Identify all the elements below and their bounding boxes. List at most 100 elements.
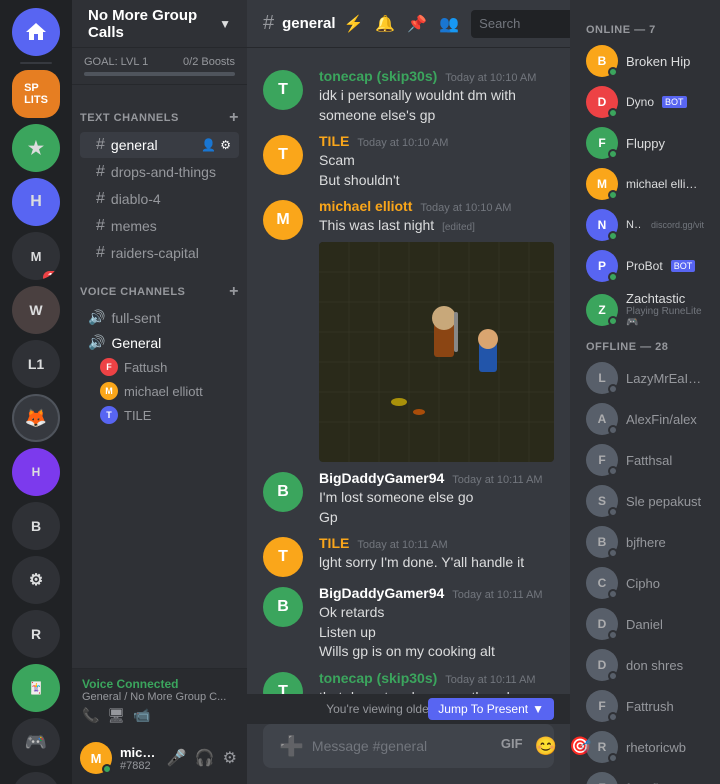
vc-status: Voice Connected (82, 677, 237, 691)
settings-icon[interactable]: 👤 (201, 138, 216, 152)
member-offline-6[interactable]: C Cipho (578, 563, 712, 603)
threads-icon[interactable]: ⚡ (343, 14, 363, 34)
voice-user-michael[interactable]: M michael elliott (72, 379, 247, 403)
voice-full-sent[interactable]: 🔊 full-sent (72, 305, 247, 330)
member-offline-3[interactable]: F Fatthsal (578, 440, 712, 480)
search-input[interactable] (479, 16, 577, 31)
jump-present-label[interactable]: Jump To Present ▼ (428, 698, 554, 720)
server-icon-l1[interactable]: L1 (12, 340, 60, 388)
server-icon-2[interactable]: ★ (12, 124, 60, 172)
message-row: T tonecap (skip30s) Today at 10:11 AM th… (247, 666, 570, 694)
channel-memes[interactable]: # memes (80, 213, 239, 239)
server-icon-9[interactable]: ⚙ (12, 556, 60, 604)
voice-user-avatar-tile: T (100, 406, 118, 424)
server-icon-3[interactable]: H (12, 178, 60, 226)
message-input[interactable] (312, 738, 493, 754)
member-fluppy[interactable]: F Fluppy (578, 123, 712, 163)
video-icon[interactable]: 📹 (133, 707, 150, 724)
member-broken-hip[interactable]: B Broken Hip (578, 41, 712, 81)
server-icon-4[interactable]: M 14 (12, 232, 60, 280)
message-text: Scam (319, 151, 554, 171)
server-header[interactable]: No More Group Calls ▼ (72, 0, 247, 48)
message-author: tonecap (skip30s) (319, 670, 437, 686)
channel-hash-icon: # (263, 12, 274, 35)
text-channels-label: TEXT CHANNELS (80, 112, 179, 124)
avatar: T (263, 672, 303, 694)
member-offline-2[interactable]: A AlexFin/alex (578, 399, 712, 439)
member-probot[interactable]: P ProBot BOT (578, 246, 712, 286)
notification-icon[interactable]: 🔔 (375, 14, 395, 34)
member-avatar: D (586, 608, 618, 640)
message-header: TILE Today at 10:10 AM (319, 133, 554, 149)
gif-icon[interactable]: GIF (501, 736, 523, 757)
channel-diablo[interactable]: # diablo-4 (80, 186, 239, 212)
pin-icon[interactable]: 📌 (407, 14, 427, 34)
screen-share-icon[interactable]: 🖥 (107, 707, 125, 724)
channel-raiders[interactable]: # raiders-capital (80, 240, 239, 266)
avatar: B (263, 472, 303, 512)
server-icon-6[interactable]: 🦊 (12, 394, 60, 442)
deafen-icon[interactable]: 🎧 (193, 746, 217, 770)
member-offline-8[interactable]: D don shres (578, 645, 712, 685)
voice-user-tile[interactable]: T TILE (72, 403, 247, 427)
server-icon-r[interactable]: R (12, 610, 60, 658)
server-icon-5[interactable]: W (12, 286, 60, 334)
server-icon-8[interactable]: B (12, 502, 60, 550)
add-channel-icon[interactable]: + (229, 109, 239, 127)
gear-icon[interactable]: ⚙ (220, 138, 231, 152)
home-button[interactable] (12, 8, 60, 56)
server-icon-game[interactable]: 🎮 (12, 718, 60, 766)
user-panel: M michael el... #7882 🎤 🎧 ⚙ (72, 732, 247, 784)
hash-icon: # (96, 136, 105, 154)
server-icon-splits[interactable]: SPLITS (12, 70, 60, 118)
image-attachment: HP Prayer Run Skills ⚔99 🛡99 ❤99 (319, 242, 554, 462)
channel-general[interactable]: # general 👤 ⚙ (80, 132, 239, 158)
voice-general[interactable]: 🔊 General (72, 330, 247, 355)
voice-channels-label: VOICE CHANNELS (80, 286, 185, 298)
member-offline-7[interactable]: D Daniel (578, 604, 712, 644)
member-offline-9[interactable]: F Fattrush (578, 686, 712, 726)
member-nic-nac[interactable]: N Nic Nac discord.gg/vit (578, 205, 712, 245)
emoji-icon[interactable]: 😊 (535, 736, 557, 757)
server-icon-num[interactable]: 🃏 (12, 664, 60, 712)
member-avatar: M (586, 168, 618, 200)
jump-to-present-button[interactable]: Jump To Present ▼ (428, 698, 554, 720)
member-michael[interactable]: M michael elliott ✏ (578, 164, 712, 204)
member-offline-1[interactable]: L LazyMrEaIIbobZi (578, 358, 712, 398)
server-icon-7[interactable]: H (12, 448, 60, 496)
voice-channel-name-full: full-sent (111, 310, 160, 326)
text-channels-category[interactable]: TEXT CHANNELS + (72, 93, 247, 131)
members-icon[interactable]: 👥 (439, 14, 459, 34)
message-content: tonecap (skip30s) Today at 10:11 AM that… (319, 670, 554, 694)
member-avatar: C (586, 567, 618, 599)
voice-user-fattush[interactable]: F Fattush (72, 355, 247, 379)
member-offline-10[interactable]: R rhetoricwb (578, 727, 712, 767)
message-author: BigDaddyGamer94 (319, 470, 444, 486)
add-file-icon[interactable]: ➕ (279, 734, 304, 759)
member-zachtastic[interactable]: Z Zachtastic Playing RuneLite 🎮 (578, 287, 712, 332)
user-panel-info: michael el... #7882 (120, 745, 157, 772)
member-offline-11[interactable]: F fromflag (578, 768, 712, 784)
member-offline-4[interactable]: S Sle pepakust (578, 481, 712, 521)
message-header: TILE Today at 10:11 AM (319, 535, 554, 551)
mute-icon[interactable]: 🎤 (165, 746, 189, 770)
message-content: BigDaddyGamer94 Today at 10:11 AM Ok ret… (319, 585, 554, 662)
disconnect-icon[interactable]: 📞 (82, 707, 99, 724)
member-name: Sle pepakust (626, 494, 701, 509)
voice-channels-category[interactable]: VOICE CHANNELS + (72, 267, 247, 305)
message-text: lght sorry I'm done. Y'all handle it (319, 553, 554, 573)
hash-icon-2: # (96, 163, 105, 181)
jump-to-present-text: Jump To Present (438, 702, 528, 716)
member-dyno[interactable]: D Dyno BOT (578, 82, 712, 122)
member-offline-5[interactable]: B bjfhere (578, 522, 712, 562)
channel-drops[interactable]: # drops-and-things (80, 159, 239, 185)
settings-icon-panel[interactable]: ⚙ (221, 746, 239, 770)
message-author: michael elliott (319, 198, 412, 214)
user-panel-name: michael el... (120, 745, 157, 760)
avatar: M (263, 200, 303, 240)
member-avatar: B (586, 45, 618, 77)
server-icon-r4peu[interactable]: R4PEU (12, 772, 60, 784)
add-voice-channel-icon[interactable]: + (229, 283, 239, 301)
user-panel-tag: #7882 (120, 760, 157, 772)
hash-icon-4: # (96, 217, 105, 235)
